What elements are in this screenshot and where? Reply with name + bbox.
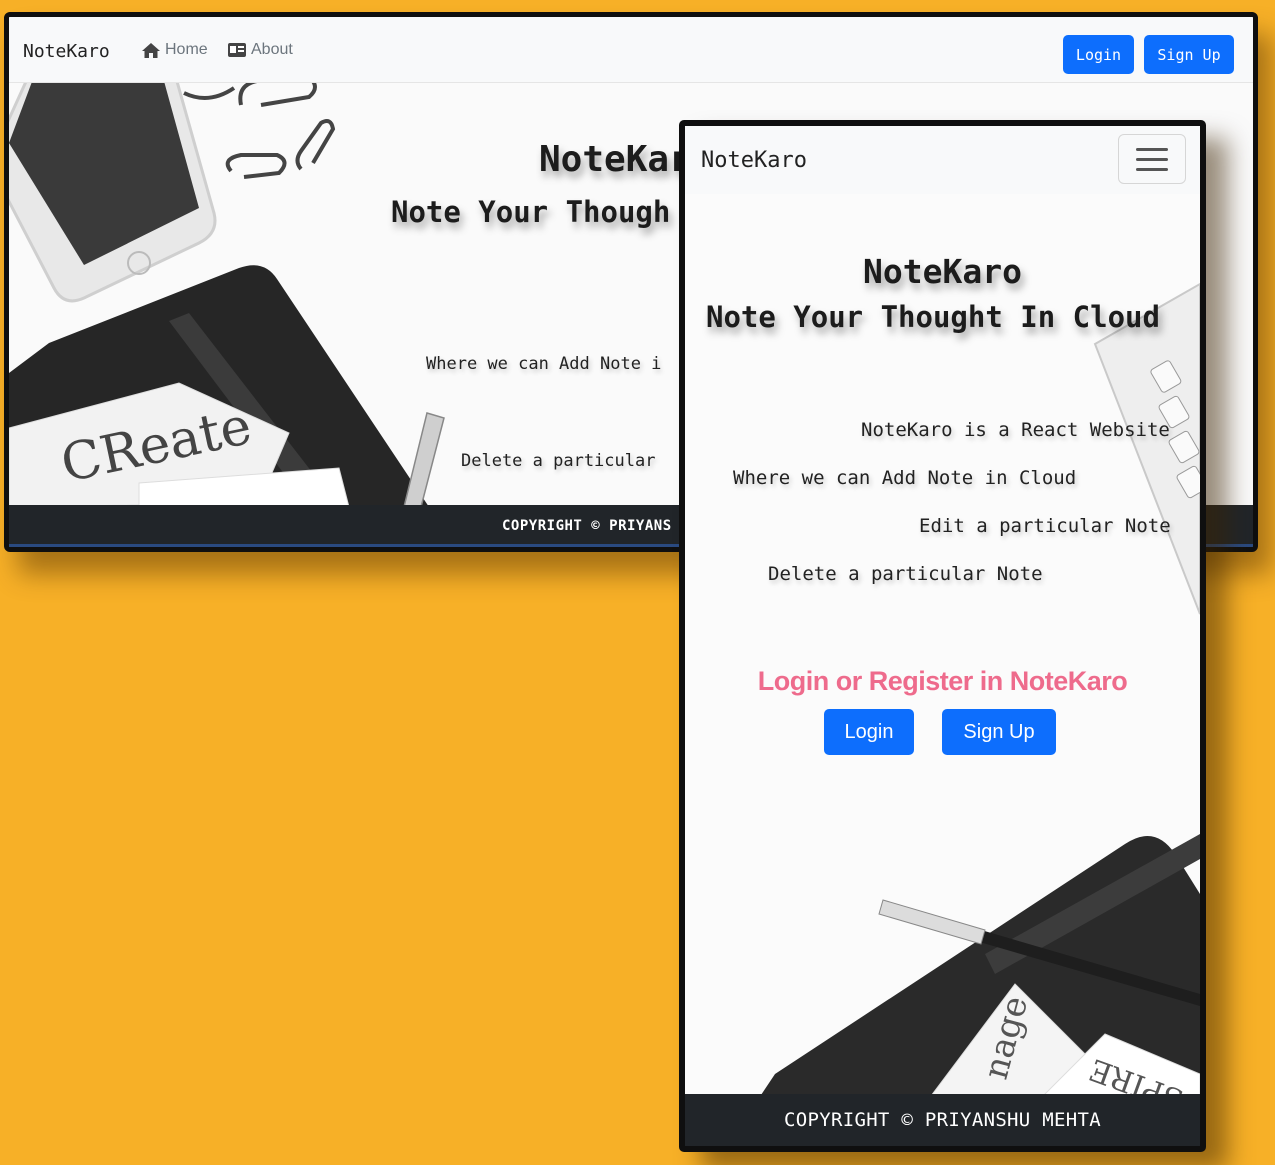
hero-subtitle: Note Your Though: [391, 195, 671, 229]
brand-logo[interactable]: NoteKaro: [701, 148, 807, 173]
nav-home-link[interactable]: Home: [141, 41, 208, 59]
copyright-text: COPYRIGHT © PRIYANSHU MEHTA: [784, 1109, 1101, 1131]
mobile-navbar: NoteKaro: [685, 126, 1200, 194]
hero-line-edit: Edit a particular Note: [919, 515, 1171, 537]
id-card-icon: [228, 43, 246, 57]
hero-line-react: NoteKaro is a React Website: [861, 419, 1170, 441]
nav-home-label: Home: [165, 41, 208, 58]
mobile-footer: COPYRIGHT © PRIYANSHU MEHTA: [685, 1094, 1200, 1146]
home-icon: [142, 42, 160, 58]
signup-button[interactable]: Sign Up: [942, 709, 1056, 755]
hero-line-add: Where we can Add Note in Cloud: [733, 467, 1077, 489]
hero-line-delete: Delete a particular: [461, 451, 656, 471]
brand-logo[interactable]: NoteKaro: [23, 41, 110, 62]
phone-illustration: [9, 83, 217, 303]
hamburger-menu-button[interactable]: [1118, 134, 1186, 184]
hero-line-add: Where we can Add Note i: [426, 354, 662, 374]
signup-button[interactable]: Sign Up: [1144, 35, 1234, 74]
login-button[interactable]: Login: [1063, 35, 1134, 74]
hamburger-icon: [1136, 147, 1168, 151]
mobile-hero: nage SPIRE NoteKaro Note Your Thought In…: [685, 194, 1200, 1096]
desktop-navbar: NoteKaro Home About Login Sign Up: [9, 17, 1253, 83]
paperclips-illustration: [183, 83, 336, 179]
login-button[interactable]: Login: [824, 709, 914, 755]
copyright-text: COPYRIGHT © PRIYANS: [502, 518, 672, 534]
nav-about-label: About: [251, 41, 293, 58]
login-register-heading: Login or Register in NoteKaro: [757, 666, 1128, 696]
hero-title: NoteKar: [539, 139, 691, 180]
hero-line-delete: Delete a particular Note: [768, 563, 1043, 585]
hero-title: NoteKaro: [863, 252, 1022, 291]
mobile-window: NoteKaro nage SPIRE NoteKaro Note Your T…: [679, 120, 1206, 1152]
nav-about-link[interactable]: About: [227, 41, 293, 59]
hero-subtitle: Note Your Thought In Cloud: [706, 300, 1160, 334]
